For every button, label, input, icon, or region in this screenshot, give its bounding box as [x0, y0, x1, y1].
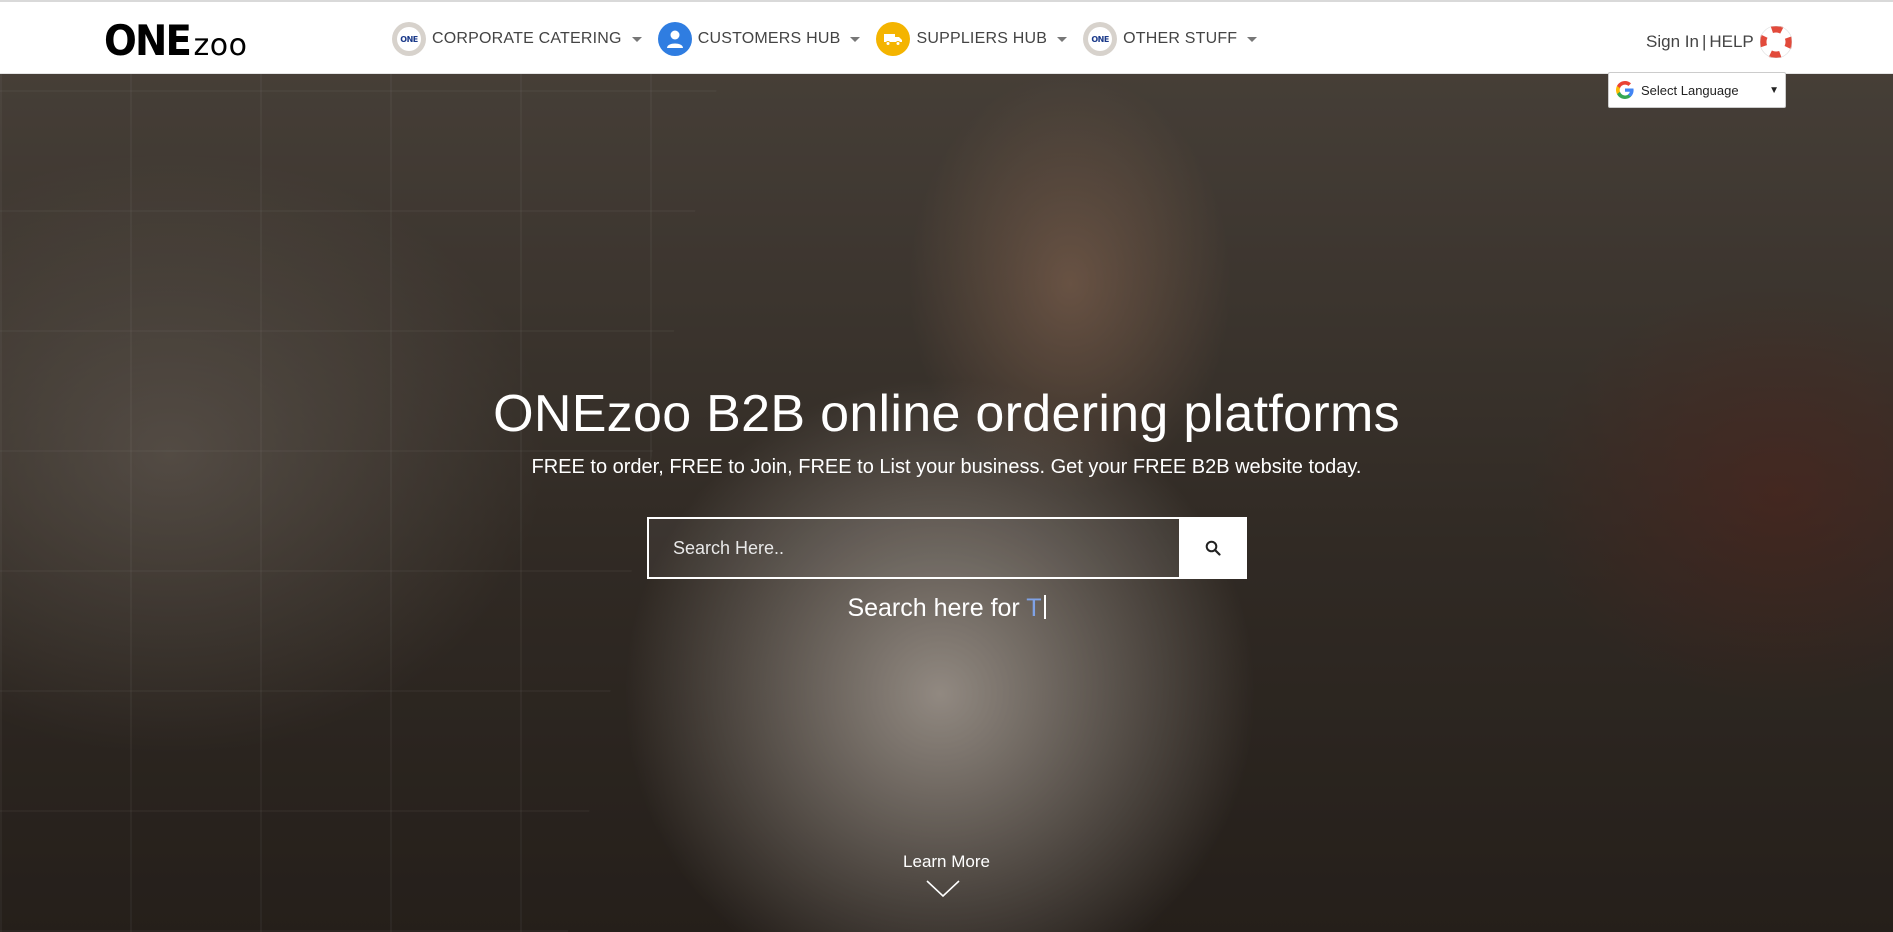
search-bar	[647, 517, 1247, 579]
hero-title: ONEzoo B2B online ordering platforms	[493, 385, 1400, 443]
text-cursor	[1043, 595, 1046, 619]
user-icon	[657, 22, 692, 56]
onezoo-logo[interactable]: ONE zoo	[104, 16, 248, 65]
truck-icon	[876, 22, 911, 56]
one-logo-icon: ONE	[1083, 22, 1118, 56]
logo-zoo-text: zoo	[193, 28, 248, 63]
logo-one-text: ONE	[104, 16, 192, 65]
hero-background-image	[0, 74, 1893, 932]
nav-label-suppliers-hub: SUPPLIERS HUB	[916, 30, 1048, 47]
hero-section: ONEzoo B2B online ordering platforms FRE…	[0, 74, 1893, 932]
chevron-down-icon[interactable]	[926, 880, 960, 898]
site-header: ONE zoo ONE CORPORATE CATERING CUSTOMERS…	[0, 0, 1893, 74]
nav-label-corporate-catering: CORPORATE CATERING	[432, 30, 622, 47]
chevron-down-icon	[1247, 36, 1258, 42]
nav-customers-hub[interactable]: CUSTOMERS HUB	[657, 22, 867, 56]
search-input[interactable]	[647, 517, 1179, 579]
nav-other-stuff[interactable]: ONE OTHER STUFF	[1083, 22, 1263, 56]
hero-subtitle: FREE to order, FREE to Join, FREE to Lis…	[531, 456, 1362, 478]
typing-hint: Search here for T	[0, 594, 1893, 623]
typing-value: T	[1026, 594, 1042, 622]
language-select-label: Select Language	[1641, 82, 1739, 98]
nav-suppliers-hub[interactable]: SUPPLIERS HUB	[876, 22, 1073, 56]
main-nav: ONE CORPORATE CATERING CUSTOMERS HUB SUP…	[392, 22, 1273, 56]
sign-in-link[interactable]: Sign In	[1646, 32, 1699, 52]
chevron-down-icon: ▼	[1769, 84, 1779, 96]
one-badge-text: ONE	[397, 27, 421, 51]
search-icon	[1205, 540, 1221, 556]
search-button[interactable]	[1179, 517, 1247, 579]
chevron-down-icon	[850, 36, 861, 42]
language-select[interactable]: Select Language ▼	[1608, 72, 1786, 108]
header-actions: Sign In | HELP	[1646, 26, 1792, 58]
nav-corporate-catering[interactable]: ONE CORPORATE CATERING	[392, 22, 648, 56]
nav-label-other-stuff: OTHER STUFF	[1123, 30, 1238, 47]
nav-label-customers-hub: CUSTOMERS HUB	[697, 30, 841, 47]
chevron-down-icon	[631, 36, 642, 42]
typing-prefix: Search here for	[847, 594, 1020, 622]
learn-more-link[interactable]: Learn More	[0, 852, 1893, 872]
one-badge-text: ONE	[1088, 27, 1113, 51]
lifebuoy-icon[interactable]	[1759, 26, 1792, 58]
separator: |	[1701, 32, 1707, 51]
help-link[interactable]: HELP	[1709, 32, 1753, 52]
one-logo-icon: ONE	[392, 22, 426, 56]
chevron-down-icon	[1057, 36, 1068, 42]
google-icon	[1616, 81, 1634, 99]
